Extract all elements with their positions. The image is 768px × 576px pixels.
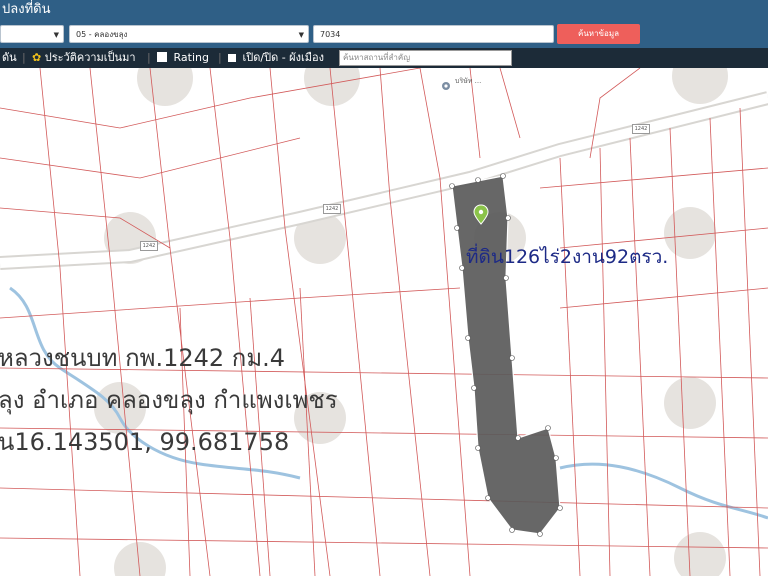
chart-icon (157, 52, 167, 62)
sprout-icon: ✿ (32, 51, 42, 64)
rating-button[interactable]: Rating (157, 48, 209, 68)
address-line-2: ลุง อำเภอ คลองขลุง กำแพงเพชร (0, 386, 338, 414)
river (559, 462, 768, 520)
place-search-placeholder: ค้นหาสถานที่สำคัญ (343, 53, 411, 62)
road-number-badge: 1242 (632, 124, 650, 134)
rating-label: Rating (173, 51, 209, 64)
parcel-boundaries (0, 68, 768, 576)
parcel-map[interactable] (0, 68, 768, 576)
province-select[interactable]: ▼ (0, 25, 64, 43)
parcel-number-input[interactable]: 7034 (313, 25, 554, 43)
chevron-down-icon: ▼ (298, 31, 304, 39)
address-line-1: หลวงชนบท กพ.1242 กม.4 (0, 344, 286, 372)
history-button[interactable]: ✿ ประวัติความเป็นมา (32, 48, 136, 68)
toolbar-divider: | (22, 51, 26, 64)
map-toolbar: ดัน | ✿ ประวัติความเป็นมา | Rating | เปิ… (0, 48, 768, 68)
place-search-input[interactable]: ค้นหาสถานที่สำคัญ (339, 50, 512, 66)
address-line-3: น16.143501, 99.681758 (0, 428, 290, 456)
page-title: ปลงที่ดิน (2, 2, 51, 17)
poi-marker-icon (442, 82, 450, 90)
parcel-area-label: ที่ดิน126ไร่2งาน92ตรว. (466, 246, 669, 268)
history-label: ประวัติความเป็นมา (44, 51, 136, 64)
subject-parcel[interactable] (451, 175, 561, 535)
road-number-badge: 1242 (323, 204, 341, 214)
search-button[interactable]: ค้นหาข้อมูล (557, 24, 640, 44)
parcel-number-value: 7034 (320, 30, 341, 39)
district-select[interactable]: 05 - คลองขลุง ▼ (69, 25, 309, 43)
poi-label: บริษัท ... (455, 77, 482, 85)
zoning-toggle[interactable]: เปิด/ปิด - ผังเมือง (228, 48, 324, 68)
map-canvas[interactable]: 1242 1242 1242 บริษัท ... ที่ดิน126ไร่2ง… (0, 68, 768, 576)
zoning-toggle-label: เปิด/ปิด - ผังเมือง (242, 51, 325, 64)
checkbox-icon (228, 54, 236, 62)
toolbar-divider: | (218, 51, 222, 64)
district-select-value: 05 - คลองขลุง (76, 30, 128, 39)
app-header: ปลงที่ดิน (0, 0, 768, 20)
road-number-badge: 1242 (140, 241, 158, 251)
map-poi-shading (94, 68, 728, 576)
search-bar: ▼ 05 - คลองขลุง ▼ 7034 ค้นหาข้อมูล (0, 20, 768, 48)
toolbar-item-first[interactable]: ดัน (2, 48, 17, 68)
toolbar-divider: | (147, 51, 151, 64)
chevron-down-icon: ▼ (53, 31, 59, 39)
